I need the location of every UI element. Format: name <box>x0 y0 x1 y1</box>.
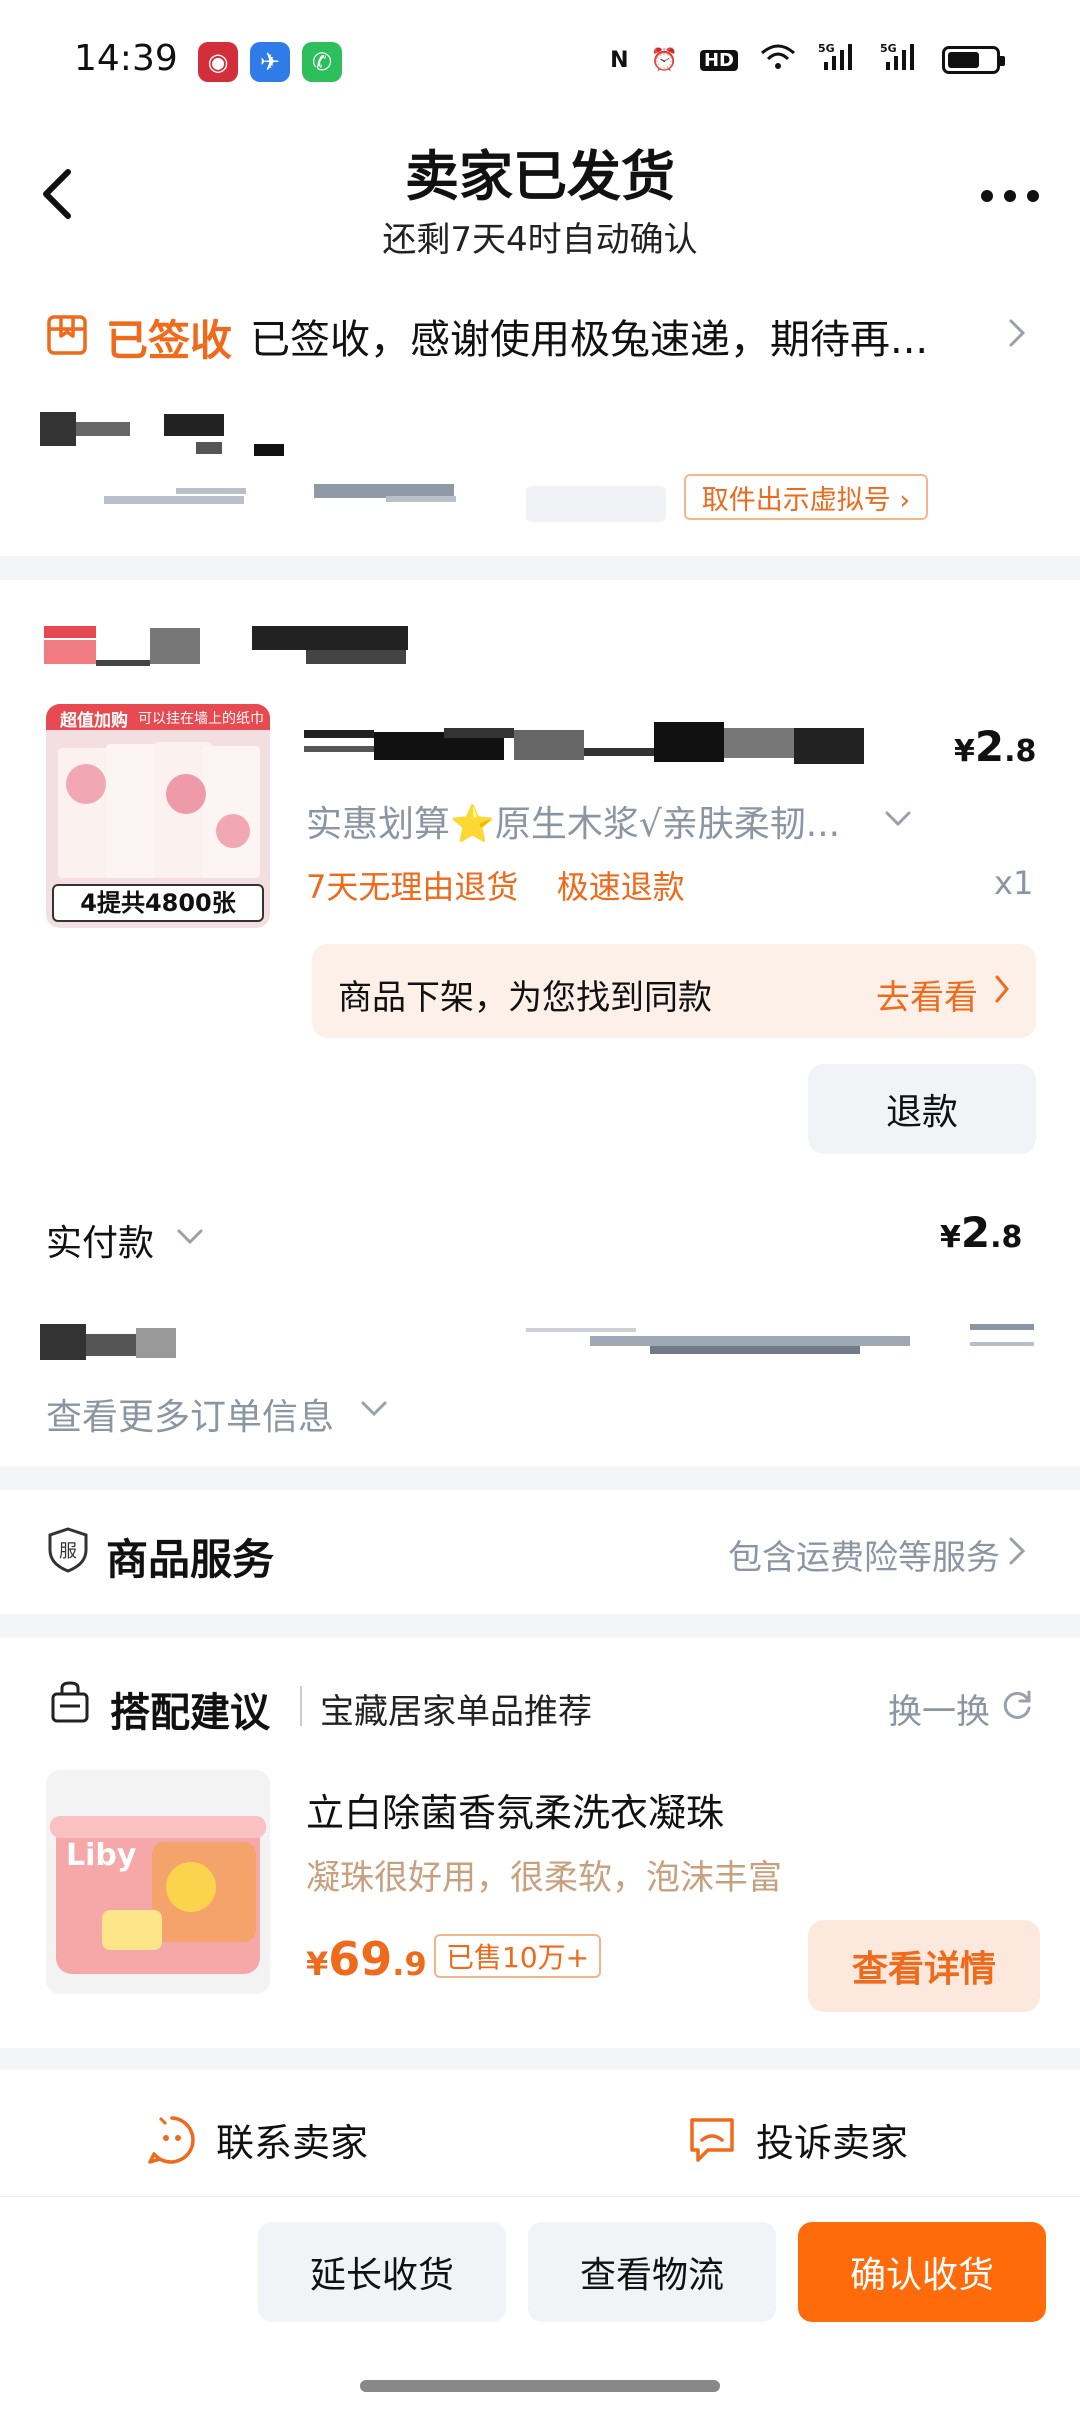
refresh-icon[interactable] <box>1000 1688 1034 1726</box>
complain-chat-icon <box>690 2117 734 2162</box>
offshelf-link[interactable]: 去看看 <box>876 970 978 1019</box>
view-logistics-button[interactable]: 查看物流 <box>528 2222 776 2322</box>
section-divider <box>0 2048 1080 2070</box>
recommend-product-name[interactable]: 立白除菌香氛柔洗衣凝珠 <box>306 1782 724 1837</box>
product-image[interactable]: 超值加购 可以挂在墙上的纸巾 4提共4800张 <box>46 704 270 928</box>
logistics-message[interactable]: 已签收，感谢使用极兔速递，期待再... <box>250 307 928 365</box>
recommend-title: 搭配建议 <box>110 1690 270 1736</box>
product-spec[interactable]: 实惠划算⭐原生木浆√亲肤柔韧... <box>306 795 840 847</box>
liby-logo: Liby <box>66 1838 137 1873</box>
recommend-product-image[interactable]: Liby <box>46 1770 270 1994</box>
page-subtitle: 还剩7天4时自动确认 <box>382 220 698 260</box>
complain-seller-button[interactable]: 投诉卖家 <box>686 2112 908 2167</box>
swap-button[interactable]: 换一换 <box>888 1684 990 1733</box>
tag-fast-refund: 极速退款 <box>556 868 685 906</box>
tag-return: 7天无理由退货 <box>306 868 519 906</box>
phone-notification-icon: ✆ <box>302 42 342 82</box>
svg-text:5G: 5G <box>818 42 835 55</box>
service-shield-icon: 服 <box>46 1526 90 1578</box>
recommend-product-desc: 凝珠很好用，很柔软，泡沫丰富 <box>306 1858 782 1898</box>
refund-button[interactable]: 退款 <box>808 1064 1036 1154</box>
services-summary[interactable]: 包含运费险等服务 <box>728 1530 1000 1579</box>
more-icon[interactable] <box>980 188 1040 207</box>
chevron-down-icon[interactable] <box>176 1228 204 1250</box>
chat-face-icon <box>148 2115 195 2164</box>
status-time: 14:39 <box>74 38 178 79</box>
product-image-tag: 超值加购 <box>60 711 128 731</box>
product-quantity: x1 <box>994 864 1034 902</box>
complain-seller-label: 投诉卖家 <box>756 2121 909 2165</box>
product-price: ¥2.8 <box>954 722 1037 771</box>
recommend-product-price: ¥69.9 <box>306 1932 427 1986</box>
package-icon <box>46 314 88 360</box>
chevron-right-icon[interactable] <box>1008 1536 1026 1570</box>
chevron-down-icon[interactable] <box>360 1400 388 1422</box>
hd-icon: HD <box>699 49 738 71</box>
svg-text:服: 服 <box>59 1541 77 1562</box>
pickup-virtual-number-button[interactable]: 取件出示虚拟号 › <box>684 474 928 520</box>
confirm-receipt-button[interactable]: 确认收货 <box>798 2222 1046 2322</box>
product-image-caption: 可以挂在墙上的纸巾 <box>138 711 264 727</box>
home-indicator[interactable] <box>360 2380 720 2392</box>
signal-icon: 5G <box>818 42 858 78</box>
sold-count-badge: 已售10万+ <box>434 1934 602 1978</box>
product-image-bottom-label: 4提共4800张 <box>52 884 264 922</box>
chevron-right-icon[interactable] <box>994 974 1010 1008</box>
paid-amount: ¥2.8 <box>940 1208 1023 1257</box>
logistics-status[interactable]: 已签收 <box>106 307 232 368</box>
section-divider <box>0 556 1080 580</box>
recommend-subtitle: 宝藏居家单品推荐 <box>320 1692 592 1732</box>
battery-icon <box>942 46 1005 74</box>
offshelf-text: 商品下架，为您找到同款 <box>338 978 712 1018</box>
recommend-separator <box>300 1686 302 1726</box>
services-title[interactable]: 商品服务 <box>106 1526 274 1587</box>
more-order-info[interactable]: 查看更多订单信息 <box>46 1388 334 1440</box>
contact-seller-button[interactable]: 联系卖家 <box>146 2112 368 2167</box>
chevron-down-icon[interactable] <box>884 810 912 832</box>
offshelf-notice[interactable]: 商品下架，为您找到同款 去看看 <box>312 944 1036 1038</box>
app-notification-icon: ✈ <box>250 42 290 82</box>
signal-icon-2: 5G <box>880 42 920 78</box>
alarm-icon: ⏰ <box>650 47 678 73</box>
contact-seller-label: 联系卖家 <box>216 2121 369 2165</box>
extend-receipt-button[interactable]: 延长收货 <box>258 2222 506 2322</box>
product-service-tags: 7天无理由退货 极速退款 <box>306 862 685 908</box>
recommend-icon <box>50 1680 90 1728</box>
chevron-right-icon[interactable] <box>1008 318 1026 352</box>
section-divider <box>0 1466 1080 1490</box>
page-title: 卖家已发货 <box>405 145 675 208</box>
wifi-icon <box>760 43 796 77</box>
paid-amount-label[interactable]: 实付款 <box>46 1214 154 1266</box>
svg-text:5G: 5G <box>880 42 897 55</box>
nfc-icon: N <box>610 47 629 73</box>
status-icons: N ⏰ HD 5G 5G <box>610 42 1005 78</box>
app-notification-icon: ◉ <box>198 42 238 82</box>
view-detail-button[interactable]: 查看详情 <box>808 1920 1040 2012</box>
section-divider <box>0 1614 1080 1638</box>
